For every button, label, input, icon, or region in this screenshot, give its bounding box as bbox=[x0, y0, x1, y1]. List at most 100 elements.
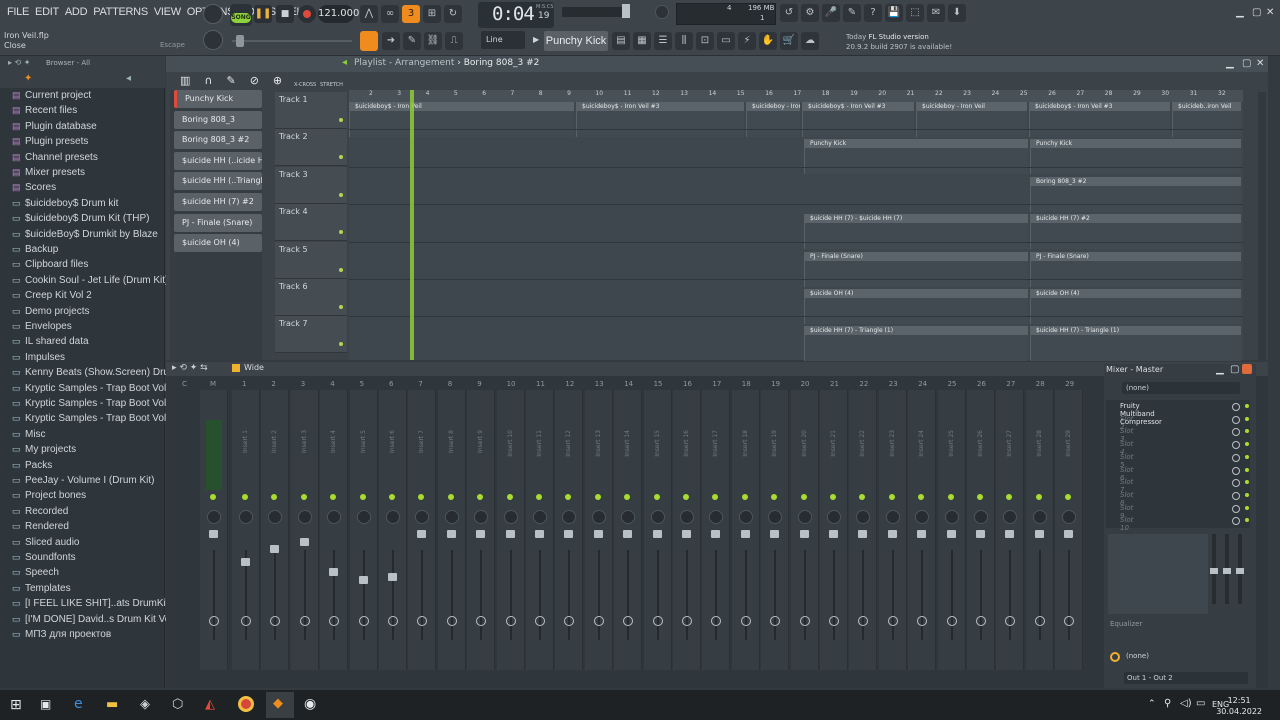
eq-band2-fader[interactable] bbox=[1223, 568, 1231, 574]
mixer-strip[interactable]: Insert 26 bbox=[967, 390, 995, 670]
mixer-strip[interactable]: Insert 29 bbox=[1055, 390, 1084, 670]
browser-item[interactable]: ▭ Kryptic Samples - Trap Boot Vol. 3 bbox=[12, 413, 177, 424]
playlist-clip[interactable]: $uicide HH (7) - $uicide HH (7) bbox=[804, 214, 1028, 224]
strip-enable-led[interactable] bbox=[271, 494, 278, 500]
track-header[interactable]: Track 1 bbox=[275, 92, 347, 129]
mixer-strip[interactable]: Insert 8 bbox=[437, 390, 466, 670]
strip-enable-led[interactable] bbox=[330, 494, 337, 500]
pattern-item[interactable]: $uicide HH (..Triangle (1) bbox=[174, 172, 262, 191]
pattern-item[interactable]: $uicide OH (4) bbox=[174, 234, 262, 253]
slot-enable-led[interactable] bbox=[1245, 416, 1249, 421]
download-icon[interactable]: ⬇ bbox=[948, 4, 966, 22]
master-pitch-knob[interactable] bbox=[203, 30, 223, 50]
pan-knob[interactable] bbox=[650, 510, 665, 524]
slot-enable-led[interactable] bbox=[1245, 505, 1249, 510]
tool-draw-icon[interactable]: ✎ bbox=[226, 74, 235, 90]
playlist-clip[interactable]: PJ - Finale (Snare) bbox=[804, 251, 1028, 261]
volume-fader[interactable] bbox=[799, 530, 809, 538]
playlist-clip[interactable]: $uicideboy - Iron Veil #3 bbox=[746, 102, 800, 111]
slot-enable-led[interactable] bbox=[1245, 467, 1249, 472]
pan-knob[interactable] bbox=[444, 510, 459, 524]
wait-input-icon[interactable]: ∞ bbox=[381, 5, 399, 23]
strip-enable-led[interactable] bbox=[242, 494, 248, 500]
news-panel[interactable]: Today FL Studio version 20.9.2 build 290… bbox=[846, 32, 952, 52]
master-slider-handle[interactable] bbox=[236, 35, 244, 47]
strip-enable-led[interactable] bbox=[418, 494, 425, 500]
pan-knob[interactable] bbox=[207, 510, 221, 524]
pan-knob[interactable] bbox=[327, 510, 342, 524]
output-select[interactable]: Out 1 - Out 2 bbox=[1124, 672, 1248, 684]
scope-slider-handle[interactable] bbox=[622, 4, 630, 18]
playlist-clip[interactable]: $uicideb..iron Veil bbox=[1172, 102, 1241, 111]
stop-button[interactable]: ■ bbox=[276, 5, 294, 23]
chat-icon[interactable]: ✉ bbox=[927, 4, 945, 22]
send-circle[interactable] bbox=[711, 616, 722, 626]
mixer-strip[interactable]: Insert 18 bbox=[731, 390, 760, 670]
menu-add[interactable]: ADD bbox=[62, 6, 90, 18]
step-edit-icon[interactable]: ⊞ bbox=[423, 5, 441, 23]
pan-knob[interactable] bbox=[1062, 510, 1077, 524]
browser-item[interactable]: ▭ $uicideboy$ Drum kit bbox=[12, 198, 118, 209]
browser-item[interactable]: ▭ Templates bbox=[12, 583, 71, 594]
browser-item[interactable]: ▭ Rendered bbox=[12, 521, 69, 532]
eq-band1-fader[interactable] bbox=[1210, 568, 1218, 574]
volume-fader[interactable] bbox=[623, 530, 633, 538]
pan-knob[interactable] bbox=[621, 510, 636, 524]
browser-item[interactable]: ▭ Speech bbox=[12, 567, 59, 578]
pencil-tool-icon[interactable]: ✎ bbox=[403, 32, 421, 50]
volume-fader[interactable] bbox=[976, 530, 985, 538]
send-circle[interactable] bbox=[329, 616, 340, 626]
slot-mix-knob[interactable] bbox=[1232, 403, 1240, 411]
browser-item[interactable]: ▭ My projects bbox=[12, 444, 76, 455]
eq-graph[interactable] bbox=[1108, 534, 1208, 614]
volume-fader[interactable] bbox=[1005, 530, 1015, 538]
browser-item[interactable]: ▭ Project bones bbox=[12, 490, 86, 501]
pattern-item[interactable]: Boring 808_3 #2 bbox=[174, 131, 262, 150]
touch-icon[interactable]: ✋ bbox=[759, 32, 777, 50]
playlist-clip[interactable]: $uicide HH (7) - Triangle (1) bbox=[804, 326, 1028, 336]
volume-fader[interactable] bbox=[329, 568, 339, 576]
volume-fader[interactable] bbox=[299, 538, 309, 546]
strip-enable-led[interactable] bbox=[300, 494, 307, 500]
browser-menu-icon[interactable]: ▸ ⟲ ✦ bbox=[8, 58, 31, 67]
stamp-icon[interactable]: ⎍ bbox=[445, 32, 463, 50]
send-circle[interactable] bbox=[446, 616, 457, 626]
send-circle[interactable] bbox=[829, 616, 839, 626]
stretch-label[interactable]: STRETCH bbox=[320, 82, 343, 88]
strip-enable-led[interactable] bbox=[888, 494, 895, 500]
browser-item[interactable]: ▭ Cookin Soul - Jet Life (Drum Kit) bbox=[12, 275, 168, 286]
pan-knob[interactable] bbox=[562, 510, 577, 524]
volume-icon[interactable]: ◁) bbox=[1180, 698, 1192, 709]
clip-body[interactable] bbox=[746, 111, 800, 137]
clip-body[interactable] bbox=[1030, 335, 1241, 362]
track-mute-led[interactable] bbox=[339, 230, 343, 235]
cube-icon[interactable]: ⬡ bbox=[172, 697, 183, 712]
link-icon[interactable]: ⛓ bbox=[424, 32, 442, 50]
browser-item[interactable]: ▭ Packs bbox=[12, 460, 52, 471]
track-mute-led[interactable] bbox=[339, 342, 343, 347]
battery-icon[interactable]: ▭ bbox=[1196, 698, 1205, 709]
song-mode-button[interactable]: SONG bbox=[231, 13, 251, 23]
arrow-icon[interactable]: ➜ bbox=[382, 32, 400, 50]
strip-enable-led[interactable] bbox=[389, 494, 395, 500]
track-header[interactable]: Track 2 bbox=[275, 129, 347, 167]
strip-enable-led[interactable] bbox=[624, 494, 631, 500]
browser-item[interactable]: ▭ Creep Kit Vol 2 bbox=[12, 290, 92, 301]
send-circle[interactable] bbox=[505, 616, 516, 626]
pan-knob[interactable] bbox=[944, 510, 959, 524]
clip-body[interactable] bbox=[1030, 148, 1241, 175]
mixer-strip[interactable]: Insert 22 bbox=[849, 390, 878, 670]
browser-item[interactable]: ▤ Current project bbox=[12, 90, 91, 101]
browser-item[interactable]: ▤ Plugin database bbox=[12, 121, 97, 132]
mixer-strip[interactable]: Insert 10 bbox=[496, 390, 525, 670]
send-circle[interactable] bbox=[209, 616, 219, 626]
minimize-icon[interactable]: ▁ bbox=[1236, 7, 1244, 18]
pattern-item[interactable]: Boring 808_3 bbox=[174, 110, 262, 129]
slot-enable-led[interactable] bbox=[1245, 492, 1249, 497]
mixer-strip[interactable]: Insert 6 bbox=[379, 390, 407, 670]
browser-item[interactable]: ▭ Recorded bbox=[12, 506, 68, 517]
pan-knob[interactable] bbox=[827, 510, 841, 524]
mixer-strip[interactable]: Insert 3 bbox=[290, 390, 319, 670]
mixer-strip[interactable]: Insert 1 bbox=[232, 390, 260, 670]
mixer-strip[interactable]: Insert 2 bbox=[261, 390, 290, 670]
